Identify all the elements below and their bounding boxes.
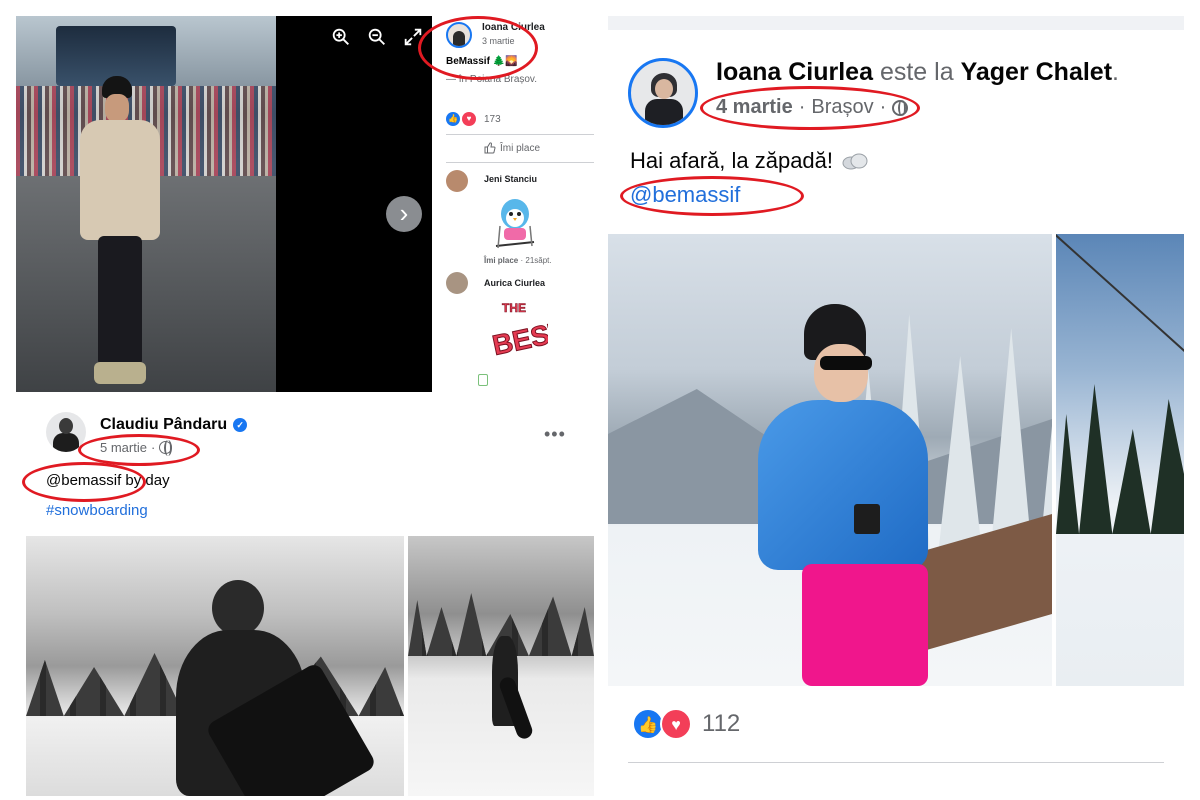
comment-avatar[interactable] bbox=[446, 272, 468, 294]
thumbs-up-icon bbox=[484, 142, 496, 154]
the-best-sticker-icon: THE BEST bbox=[489, 301, 548, 362]
file-icon[interactable] bbox=[478, 374, 488, 386]
post-text-body: Hai afară, la zăpadă! bbox=[630, 148, 834, 173]
divider bbox=[446, 134, 594, 135]
post-text: @bemassif by day bbox=[46, 472, 170, 489]
comment-like-link[interactable]: Îmi place bbox=[484, 256, 518, 265]
globe-icon bbox=[159, 440, 173, 456]
reaction-count: 112 bbox=[702, 710, 741, 737]
author-name: Claudiu Pândaru bbox=[100, 416, 228, 433]
post-author[interactable]: Ioana Ciurlea bbox=[482, 22, 545, 33]
like-reaction-icon: 👍 bbox=[446, 112, 460, 126]
verified-badge-icon: ✓ bbox=[233, 418, 248, 432]
post-city[interactable]: Brașov bbox=[811, 96, 873, 119]
post-header-title: Ioana Ciurlea este la Yager Chalet. bbox=[716, 58, 1119, 86]
photo-ski-lift-cable bbox=[1056, 234, 1184, 370]
post-date[interactable]: 3 martie bbox=[482, 36, 515, 46]
mention-link[interactable]: @bemassif bbox=[630, 182, 740, 208]
fullscreen-icon[interactable] bbox=[402, 26, 424, 48]
globe-icon bbox=[892, 99, 909, 116]
post-meta: 5 martie · bbox=[100, 440, 173, 456]
photo-fir-trees bbox=[1056, 384, 1184, 534]
reaction-summary[interactable]: 👍 ♥ 112 bbox=[632, 708, 740, 740]
love-reaction-icon: ♥ bbox=[462, 112, 476, 126]
post-author[interactable]: Claudiu Pândaru ✓ bbox=[100, 416, 248, 434]
photo-person bbox=[74, 76, 164, 392]
meta-separator: · bbox=[150, 440, 156, 455]
post-c: Ioana Ciurlea este la Yager Chalet. 4 ma… bbox=[608, 16, 1184, 796]
reaction-count: 173 bbox=[484, 113, 501, 125]
post-photo-snowboarder-smiling[interactable] bbox=[26, 536, 404, 796]
avatar[interactable] bbox=[628, 58, 698, 128]
penguin-skier-sticker-icon bbox=[495, 199, 535, 249]
like-button-label: Îmi place bbox=[500, 142, 541, 154]
post-author[interactable]: Ioana Ciurlea bbox=[716, 58, 873, 86]
svg-text:BEST: BEST bbox=[490, 315, 548, 361]
post-caption: BeMassif 🌲🌄 bbox=[446, 56, 518, 67]
checkin-connector: este la bbox=[879, 58, 954, 86]
comment-author[interactable]: Jeni Stanciu bbox=[484, 174, 537, 184]
post-photo-ski-slope[interactable] bbox=[1056, 234, 1184, 686]
photo-viewer-post-a: › Ioana Ciurlea 3 martie BeMassif 🌲🌄 — î… bbox=[16, 16, 594, 392]
comment-actions: Îmi place · 21săpt. bbox=[484, 256, 552, 265]
post-text: Hai afară, la zăpadă! bbox=[630, 148, 869, 174]
reaction-summary[interactable]: 👍 ♥ 173 bbox=[446, 112, 501, 126]
post-date[interactable]: 4 martie bbox=[716, 96, 793, 119]
chevron-right-icon[interactable]: › bbox=[386, 196, 422, 232]
photo-woman bbox=[758, 304, 968, 686]
comment-author[interactable]: Aurica Ciurlea bbox=[484, 278, 545, 288]
svg-text:THE: THE bbox=[502, 301, 526, 315]
top-strip bbox=[608, 16, 1184, 30]
meta-separator: · bbox=[798, 96, 806, 118]
cloud-icon bbox=[842, 153, 868, 170]
zoom-out-icon[interactable] bbox=[366, 26, 388, 48]
meta-separator: · bbox=[879, 96, 887, 118]
divider bbox=[446, 162, 594, 163]
zoom-in-icon[interactable] bbox=[330, 26, 352, 48]
like-button[interactable]: Îmi place bbox=[484, 142, 540, 154]
checkin-place[interactable]: Yager Chalet bbox=[961, 58, 1112, 86]
comment-avatar[interactable] bbox=[446, 170, 468, 192]
post-location[interactable]: — în Poiana Brașov. bbox=[446, 74, 537, 85]
divider bbox=[628, 762, 1164, 763]
love-reaction-icon: ♥ bbox=[660, 708, 692, 740]
post-photo-woman-blue-jacket[interactable] bbox=[608, 234, 1052, 686]
post-b: Claudiu Pândaru ✓ 5 martie · ••• @bemass… bbox=[20, 404, 594, 796]
photo-man-head bbox=[212, 580, 264, 636]
comment-time[interactable]: 21săpt. bbox=[525, 256, 551, 265]
post-photo-woman-at-concert[interactable] bbox=[16, 16, 276, 392]
post-photo-snowboarder-walking[interactable] bbox=[408, 536, 594, 796]
post-date[interactable]: 5 martie bbox=[100, 440, 147, 455]
more-options-icon[interactable]: ••• bbox=[544, 424, 566, 445]
avatar[interactable] bbox=[446, 22, 472, 48]
avatar[interactable] bbox=[46, 412, 86, 452]
post-sidebar: Ioana Ciurlea 3 martie BeMassif 🌲🌄 — în … bbox=[432, 16, 594, 392]
post-meta: 4 martie · Brașov · bbox=[716, 96, 909, 119]
hashtag-link[interactable]: #snowboarding bbox=[46, 502, 148, 519]
